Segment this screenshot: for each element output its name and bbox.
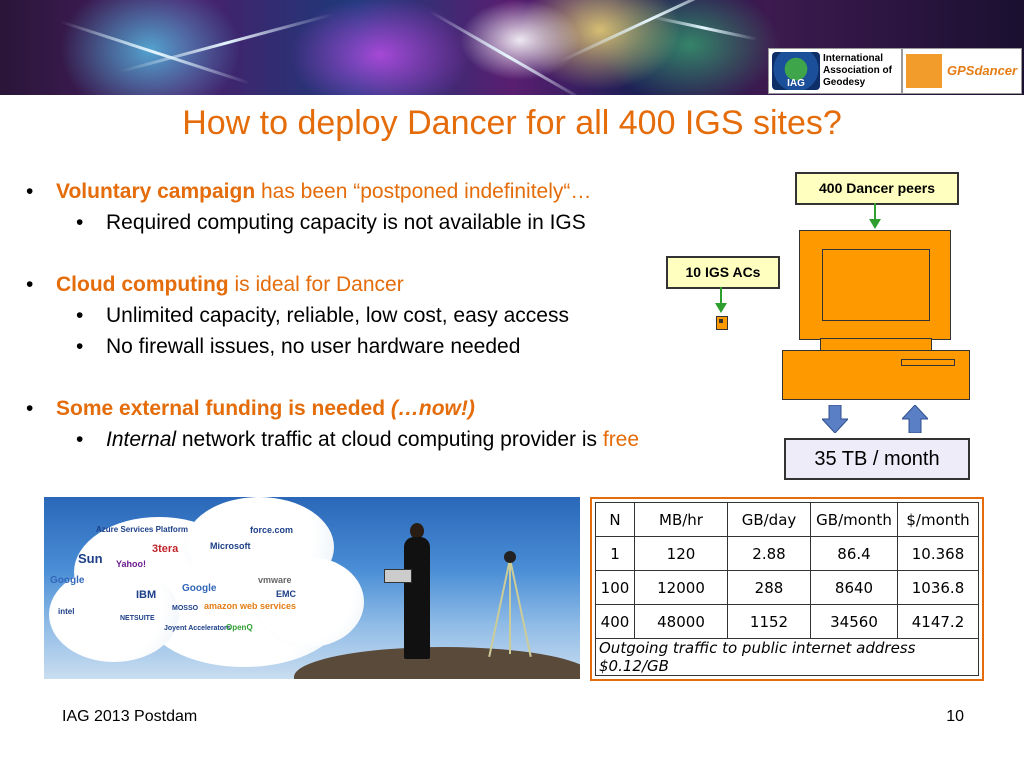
- traffic-volume-label: 35 TB / month: [784, 438, 970, 480]
- upload-arrow-icon: [902, 405, 928, 433]
- download-arrow-icon: [822, 405, 848, 433]
- sub-bullet-unlimited-capacity: Unlimited capacity, reliable, low cost, …: [26, 300, 786, 331]
- slide-title: How to deploy Dancer for all 400 IGS sit…: [182, 104, 842, 142]
- sub-bullet-capacity: Required computing capacity is not avail…: [26, 207, 786, 238]
- table-row: 100 12000 288 8640 1036.8: [595, 570, 979, 605]
- bullet-list: Voluntary campaign has been “postponed i…: [26, 176, 786, 455]
- computer-monitor-icon: [799, 230, 951, 340]
- header-n: N: [595, 502, 635, 537]
- gpsdancer-mark-icon: [906, 54, 942, 88]
- cloud-computing-photo: Azure Services Platform 3tera Microsoft …: [44, 497, 580, 679]
- dancer-peers-label: 400 Dancer peers: [795, 172, 959, 205]
- small-computer-icon: [716, 316, 728, 330]
- cost-table-container: N MB/hr GB/day GB/month $/month 1 120 2.…: [590, 497, 984, 681]
- header-gb-month: GB/month: [810, 502, 898, 537]
- cost-table: N MB/hr GB/day GB/month $/month 1 120 2.…: [595, 502, 979, 676]
- gps-antenna-icon: [504, 551, 516, 563]
- page-number: 10: [946, 708, 964, 725]
- bullet-external-funding: Some external funding is needed (…now!): [26, 393, 786, 424]
- table-header-row: N MB/hr GB/day GB/month $/month: [595, 502, 979, 537]
- iag-logo: IAG International Association of Geodesy: [768, 48, 902, 94]
- surveyor-figure: [404, 537, 430, 659]
- header-dollar-month: $/month: [897, 502, 979, 537]
- gpsdancer-logo: GPSdancer: [902, 48, 1022, 94]
- acs-arrow: [720, 287, 722, 304]
- drive-slot: [901, 359, 955, 366]
- table-note-row: Outgoing traffic to public internet addr…: [595, 638, 979, 676]
- sub-bullet-internal-traffic: Internal network traffic at cloud comput…: [26, 424, 786, 455]
- bullet-voluntary-campaign: Voluntary campaign has been “postponed i…: [26, 176, 786, 207]
- header-gb-day: GB/day: [727, 502, 811, 537]
- acs-arrow-head: [715, 303, 727, 313]
- peers-arrow: [874, 203, 876, 220]
- monitor-screen: [822, 249, 930, 321]
- rock-outcrop: [294, 647, 580, 679]
- globe-icon: IAG: [772, 52, 820, 90]
- computer-base-icon: [782, 350, 970, 400]
- iag-name: International Association of Geodesy: [823, 53, 892, 88]
- table-row: 1 120 2.88 86.4 10.368: [595, 536, 979, 571]
- peers-arrow-head: [869, 219, 881, 229]
- table-row: 400 48000 1152 34560 4147.2: [595, 604, 979, 639]
- table-note: Outgoing traffic to public internet addr…: [595, 638, 979, 676]
- sub-bullet-no-firewall: No firewall issues, no user hardware nee…: [26, 331, 786, 362]
- header-mb-hr: MB/hr: [634, 502, 728, 537]
- igs-acs-label: 10 IGS ACs: [666, 256, 780, 289]
- header-banner: IAG International Association of Geodesy…: [0, 0, 1024, 95]
- footer-text: IAG 2013 Postdam: [62, 708, 198, 725]
- laptop-icon: [384, 569, 412, 583]
